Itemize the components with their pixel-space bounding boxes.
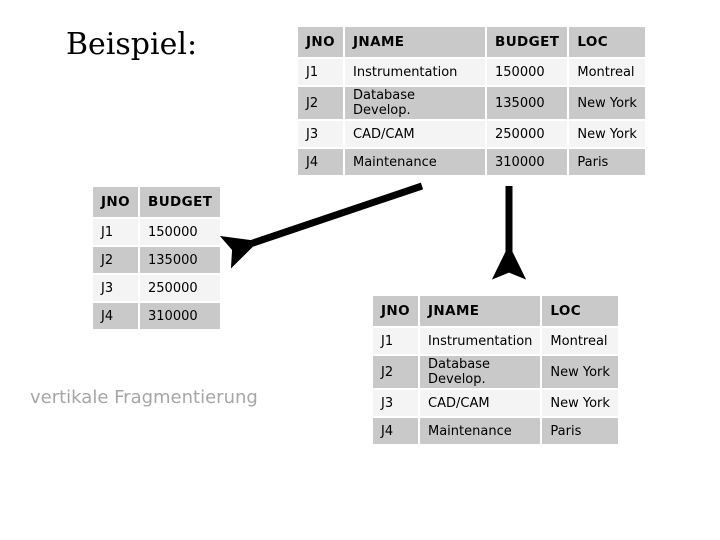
- cell-jno: J2: [373, 356, 418, 388]
- cell-jno: J3: [298, 121, 343, 147]
- cell-jno: J4: [93, 303, 138, 329]
- cell-jname: Maintenance: [420, 418, 541, 444]
- cell-jname: CAD/CAM: [345, 121, 485, 147]
- arrow-down-left-icon: [219, 182, 424, 269]
- fragment-budget-table: JNO BUDGET J1 150000 J2 135000 J3 250000…: [91, 185, 223, 331]
- cell-jno: J2: [298, 87, 343, 119]
- cell-jname-line2: Develop.: [428, 372, 486, 387]
- column-header-loc: LOC: [569, 27, 645, 57]
- table-row: J1 Instrumentation Montreal: [373, 328, 618, 354]
- caption-vertical-fragmentation: vertikale Fragmentierung: [30, 387, 258, 408]
- cell-jno: J1: [93, 219, 138, 245]
- cell-budget: 150000: [487, 59, 568, 85]
- cell-jno: J3: [373, 390, 418, 416]
- column-header-jno: JNO: [93, 187, 138, 217]
- cell-jno: J2: [93, 247, 138, 273]
- arrow-down-icon: [491, 186, 527, 280]
- cell-budget: 250000: [140, 275, 221, 301]
- column-header-jno: JNO: [298, 27, 343, 57]
- cell-budget: 250000: [487, 121, 568, 147]
- cell-jno: J3: [93, 275, 138, 301]
- table-row: J4 Maintenance Paris: [373, 418, 618, 444]
- cell-budget: 135000: [487, 87, 568, 119]
- table-row: J3 250000: [93, 275, 221, 301]
- cell-jname-line1: Database: [428, 357, 491, 372]
- cell-jname-line1: Database: [353, 88, 416, 103]
- cell-jname: Database Develop.: [420, 356, 541, 388]
- cell-jno: J1: [373, 328, 418, 354]
- cell-jno: J4: [298, 149, 343, 175]
- cell-loc: Montreal: [569, 59, 645, 85]
- column-header-jno: JNO: [373, 296, 418, 326]
- table-row: J4 310000: [93, 303, 221, 329]
- cell-loc: Montreal: [542, 328, 618, 354]
- cell-jno: J1: [298, 59, 343, 85]
- cell-jname: Instrumentation: [420, 328, 541, 354]
- cell-jname: Instrumentation: [345, 59, 485, 85]
- column-header-jname: JNAME: [345, 27, 485, 57]
- table-row: J2 Database Develop. 135000 New York: [298, 87, 645, 119]
- cell-loc: Paris: [542, 418, 618, 444]
- column-header-jname: JNAME: [420, 296, 541, 326]
- table-row: J2 Database Develop. New York: [373, 356, 618, 388]
- table-header-row: JNO JNAME BUDGET LOC: [298, 27, 645, 57]
- table-row: J4 Maintenance 310000 Paris: [298, 149, 645, 175]
- fragment-name-loc-table: JNO JNAME LOC J1 Instrumentation Montrea…: [371, 294, 620, 446]
- cell-budget: 310000: [140, 303, 221, 329]
- cell-loc: New York: [542, 356, 618, 388]
- cell-loc: New York: [542, 390, 618, 416]
- cell-jname: CAD/CAM: [420, 390, 541, 416]
- cell-budget: 135000: [140, 247, 221, 273]
- cell-jname: Maintenance: [345, 149, 485, 175]
- table-row: J1 Instrumentation 150000 Montreal: [298, 59, 645, 85]
- cell-loc: New York: [569, 121, 645, 147]
- table-row: J3 CAD/CAM 250000 New York: [298, 121, 645, 147]
- cell-jname-line2: Develop.: [353, 103, 411, 118]
- projects-table: JNO JNAME BUDGET LOC J1 Instrumentation …: [296, 25, 647, 177]
- cell-loc: New York: [569, 87, 645, 119]
- column-header-budget: BUDGET: [140, 187, 221, 217]
- column-header-loc: LOC: [542, 296, 618, 326]
- table-row: J2 135000: [93, 247, 221, 273]
- cell-jname: Database Develop.: [345, 87, 485, 119]
- column-header-budget: BUDGET: [487, 27, 568, 57]
- cell-budget: 150000: [140, 219, 221, 245]
- cell-budget: 310000: [487, 149, 568, 175]
- cell-loc: Paris: [569, 149, 645, 175]
- page-title: Beispiel:: [66, 27, 198, 62]
- table-header-row: JNO BUDGET: [93, 187, 221, 217]
- table-row: J3 CAD/CAM New York: [373, 390, 618, 416]
- table-header-row: JNO JNAME LOC: [373, 296, 618, 326]
- table-row: J1 150000: [93, 219, 221, 245]
- cell-jno: J4: [373, 418, 418, 444]
